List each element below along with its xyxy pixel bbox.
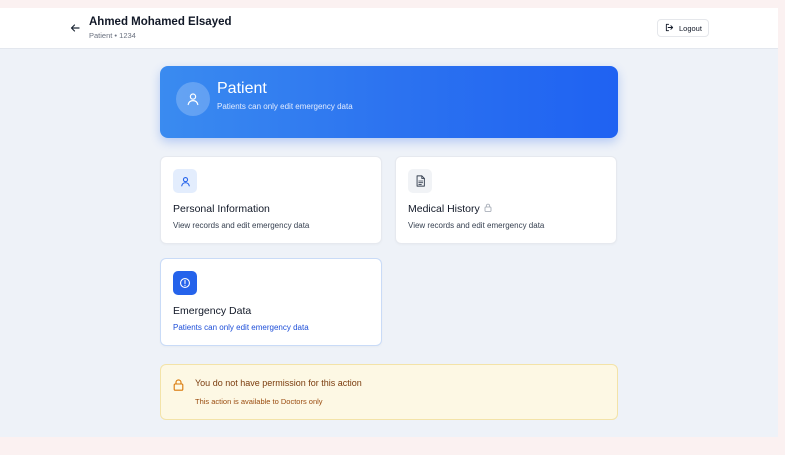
card-description: View records and edit emergency data bbox=[173, 221, 310, 230]
personal-information-card[interactable]: Personal Information View records and ed… bbox=[160, 156, 382, 244]
user-role-id: Patient • 1234 bbox=[89, 31, 136, 40]
medical-history-card[interactable]: Medical History View records and edit em… bbox=[395, 156, 617, 244]
lock-icon bbox=[173, 378, 185, 391]
card-description: Patients can only edit emergency data bbox=[173, 323, 309, 332]
card-title: Medical History bbox=[408, 203, 492, 215]
back-button[interactable] bbox=[68, 22, 82, 36]
logout-icon bbox=[665, 23, 674, 34]
card-title: Personal Information bbox=[173, 203, 270, 215]
card-title: Emergency Data bbox=[173, 305, 252, 317]
permission-alert: You do not have permission for this acti… bbox=[160, 364, 618, 420]
logout-label: Logout bbox=[679, 23, 702, 33]
role-banner: Patient Patients can only edit emergency… bbox=[160, 66, 618, 138]
user-icon bbox=[173, 169, 197, 193]
role-description: Patients can only edit emergency data bbox=[217, 102, 353, 111]
lock-icon bbox=[484, 203, 492, 215]
app-frame: Ahmed Mohamed Elsayed Patient • 1234 Log… bbox=[0, 8, 778, 437]
logout-button[interactable]: Logout bbox=[657, 19, 709, 37]
card-description: View records and edit emergency data bbox=[408, 221, 545, 230]
user-icon bbox=[176, 82, 210, 116]
document-icon bbox=[408, 169, 432, 193]
alert-title: You do not have permission for this acti… bbox=[195, 378, 362, 388]
top-bar: Ahmed Mohamed Elsayed Patient • 1234 Log… bbox=[0, 8, 778, 49]
role-title: Patient bbox=[217, 80, 267, 97]
arrow-left-icon bbox=[70, 20, 80, 38]
user-name: Ahmed Mohamed Elsayed bbox=[89, 16, 232, 28]
emergency-data-card[interactable]: Emergency Data Patients can only edit em… bbox=[160, 258, 382, 346]
alert-message: This action is available to Doctors only bbox=[195, 397, 323, 406]
alert-circle-icon bbox=[173, 271, 197, 295]
card-title-text: Medical History bbox=[408, 203, 480, 215]
